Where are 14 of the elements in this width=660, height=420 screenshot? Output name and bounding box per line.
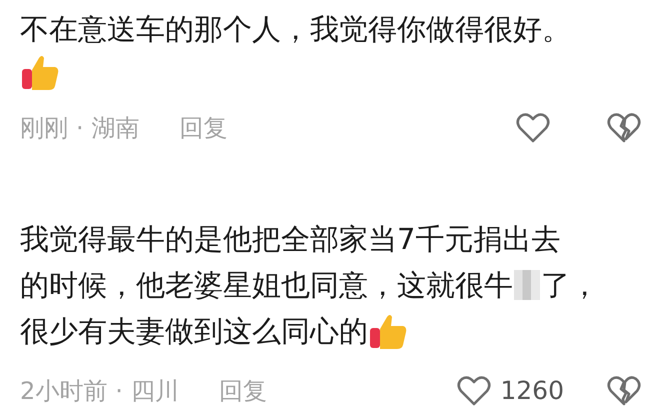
comment-text: 了，: [541, 267, 599, 304]
comment-text: 不在意送车的那个人，我觉得你做得很好。: [20, 11, 571, 48]
reply-link[interactable]: 回复: [180, 110, 228, 146]
comment-text: 的时候，他老婆星姐也同意，这就很牛: [20, 267, 513, 304]
comment-text: 很少有夫妻做到这么同心的: [20, 313, 368, 350]
comment-time: 2小时前: [20, 376, 108, 407]
comment-text: 我觉得最牛的是他把全部家当7千元捐出去: [20, 221, 560, 258]
comment-time: 刚刚: [20, 113, 68, 144]
reply-link[interactable]: 回复: [218, 372, 267, 409]
like-count: 1260: [500, 375, 564, 407]
separator-dot: ·: [76, 113, 84, 144]
separator-dot: ·: [115, 376, 123, 407]
comment-location: 湖南: [92, 113, 140, 144]
comment-location: 四川: [130, 376, 179, 407]
